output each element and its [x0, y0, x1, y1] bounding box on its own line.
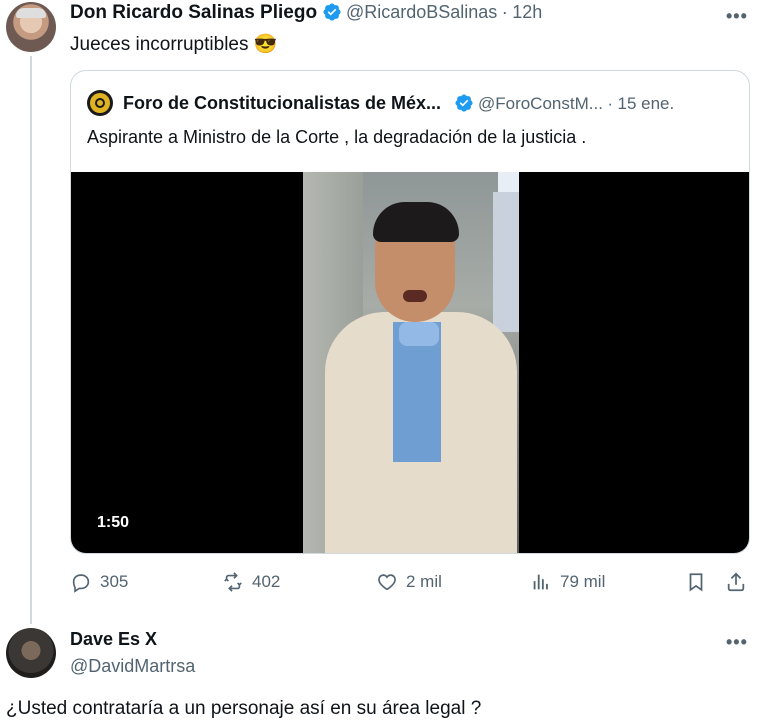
more-options-icon[interactable]: •••: [726, 6, 748, 27]
like-button[interactable]: 2 mil: [376, 571, 442, 593]
reply-text: ¿Usted contrataría a un personaje así en…: [6, 698, 482, 719]
reply-count: 305: [100, 572, 129, 591]
verified-badge-icon: [454, 94, 473, 112]
video-frame: [303, 172, 519, 553]
reply-button[interactable]: 305: [70, 571, 128, 593]
views-count: 79 mil: [560, 572, 606, 591]
more-options-icon[interactable]: •••: [726, 632, 748, 653]
author-name[interactable]: Don Ricardo Salinas Pliego: [70, 2, 317, 23]
quoted-author-name[interactable]: Foro de Constitucionalistas de Méx...: [123, 93, 441, 113]
dot-separator: ·: [607, 94, 614, 113]
quoted-date[interactable]: 15 ene.: [618, 94, 675, 113]
share-button[interactable]: [725, 571, 747, 593]
heart-icon: [378, 574, 396, 591]
repost-count: 402: [252, 572, 281, 591]
reply-author-avatar[interactable]: [6, 628, 56, 678]
verified-badge-icon: [322, 3, 341, 21]
author-avatar[interactable]: [6, 2, 56, 52]
like-count: 2 mil: [406, 572, 442, 591]
quoted-tweet-card[interactable]: Foro de Constitucionalistas de Méx... @F…: [70, 70, 750, 554]
tweet-time[interactable]: 12h: [512, 2, 542, 22]
bookmark-icon: [689, 573, 703, 592]
tweet-header: Don Ricardo Salinas Pliego @RicardoBSali…: [70, 2, 542, 24]
quoted-avatar[interactable]: [87, 90, 113, 116]
video-player[interactable]: 1:50: [71, 172, 749, 553]
quoted-header: Foro de Constitucionalistas de Méx... @F…: [123, 93, 674, 114]
quoted-handle[interactable]: @ForoConstM...: [478, 94, 603, 113]
repost-icon: [224, 572, 242, 592]
quoted-text: Aspirante a Ministro de la Corte , la de…: [87, 127, 587, 147]
tweet-text: Jueces incorruptibles 😎: [70, 32, 277, 56]
video-duration: 1:50: [97, 514, 130, 531]
bookmark-button[interactable]: [685, 571, 707, 593]
reply-author-name[interactable]: Dave Es X: [70, 629, 157, 650]
views-chart-icon: [533, 574, 548, 590]
share-icon: [727, 572, 745, 592]
author-handle[interactable]: @RicardoBSalinas: [346, 2, 497, 22]
sunglasses-emoji: 😎: [253, 34, 278, 55]
tweet-text-content: Jueces incorruptibles: [70, 34, 249, 55]
repost-button[interactable]: 402: [222, 571, 280, 593]
thread-line: [30, 56, 32, 624]
reply-author-handle[interactable]: @DavidMartrsa: [70, 656, 195, 677]
views-button[interactable]: 79 mil: [530, 571, 605, 593]
dot-separator: ·: [501, 2, 508, 22]
reply-icon: [72, 574, 90, 593]
